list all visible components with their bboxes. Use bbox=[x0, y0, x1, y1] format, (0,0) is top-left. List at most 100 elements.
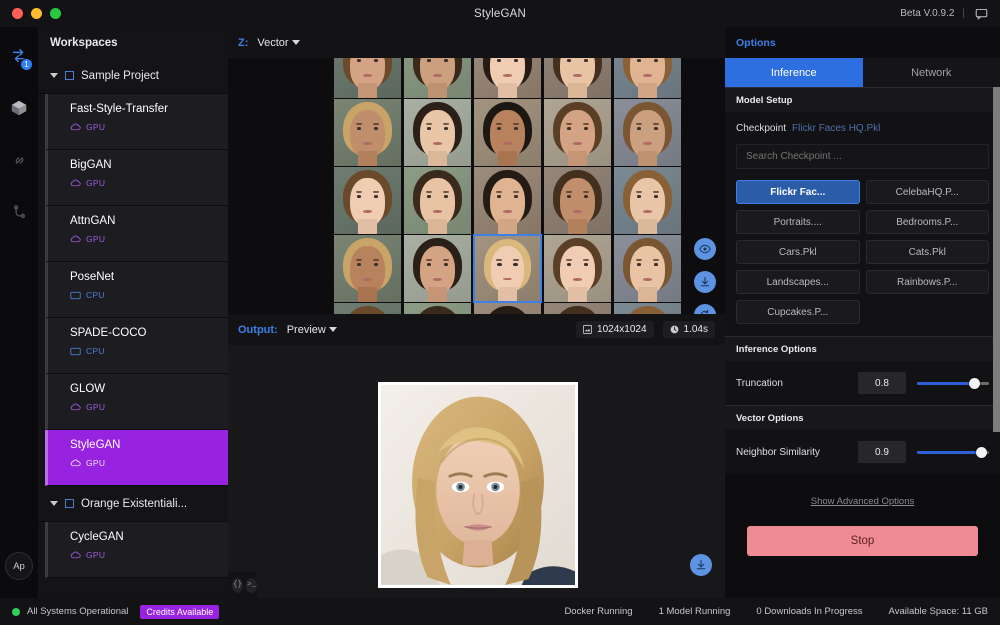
face-thumbnail[interactable] bbox=[333, 166, 402, 235]
latent-grid[interactable] bbox=[228, 58, 725, 314]
tab-inference[interactable]: Inference bbox=[725, 58, 863, 87]
sidebar-item-stylegan[interactable]: StyleGAN GPU bbox=[45, 430, 228, 486]
compare-eye-icon[interactable] bbox=[694, 238, 716, 260]
sidebar-item-cyclegan[interactable]: CycleGAN GPU bbox=[45, 522, 228, 578]
neighbor-value-box[interactable]: 0.9 bbox=[858, 441, 906, 463]
model-name: PoseNet bbox=[70, 271, 115, 283]
face-thumbnail[interactable] bbox=[473, 58, 542, 99]
credits-badge[interactable]: Credits Available bbox=[140, 604, 220, 619]
sidebar-title: Workspaces bbox=[38, 27, 228, 58]
face-thumbnail[interactable] bbox=[613, 58, 682, 99]
face-thumbnail[interactable] bbox=[613, 166, 682, 235]
face-thumbnail[interactable] bbox=[403, 166, 472, 235]
project-label: Sample Project bbox=[81, 69, 159, 82]
chevron-down-icon[interactable] bbox=[50, 501, 58, 506]
checkpoint-button[interactable]: CelebaHQ.P... bbox=[865, 180, 989, 204]
sidebar-item-attngan[interactable]: AttnGAN GPU bbox=[45, 206, 228, 262]
branch-icon[interactable] bbox=[4, 197, 34, 227]
checkpoint-button[interactable]: Cats.Pkl bbox=[865, 240, 989, 264]
stop-button[interactable]: Stop bbox=[747, 526, 978, 556]
neighbor-slider[interactable] bbox=[917, 443, 989, 461]
project-square-icon bbox=[65, 71, 74, 80]
model-meta: GPU bbox=[70, 122, 228, 132]
face-thumbnail[interactable] bbox=[333, 302, 402, 314]
checkpoint-button[interactable]: Cars.Pkl bbox=[736, 240, 860, 264]
checkpoint-button[interactable]: Cupcakes.P... bbox=[736, 300, 860, 324]
preview-image[interactable] bbox=[378, 382, 578, 588]
face-thumbnail[interactable] bbox=[333, 98, 402, 167]
project-label: Orange Existentiali... bbox=[81, 497, 188, 510]
code-braces-icon[interactable]: {} bbox=[232, 577, 243, 593]
face-thumbnail[interactable] bbox=[403, 98, 472, 167]
project-row-orange[interactable]: Orange Existentiali... bbox=[38, 486, 228, 522]
thumbnail-image bbox=[614, 235, 681, 302]
cloud-icon bbox=[70, 179, 81, 187]
checkpoint-button[interactable]: Bedrooms.P... bbox=[865, 210, 989, 234]
refresh-icon[interactable] bbox=[694, 304, 716, 314]
chat-bubble-icon[interactable] bbox=[973, 5, 990, 22]
face-thumbnail[interactable] bbox=[473, 98, 542, 167]
face-thumbnail[interactable] bbox=[543, 98, 612, 167]
options-scrollbar[interactable] bbox=[993, 87, 1000, 432]
project-square-icon bbox=[65, 499, 74, 508]
face-thumbnail[interactable] bbox=[333, 234, 402, 303]
face-thumbnail[interactable] bbox=[403, 58, 472, 99]
vector-header: Z: Vector bbox=[228, 27, 725, 58]
slider-thumb[interactable] bbox=[969, 377, 981, 389]
sidebar-item-fast-style-transfer[interactable]: Fast-Style-Transfer GPU bbox=[45, 94, 228, 150]
thumbnail-image bbox=[334, 303, 401, 314]
checkpoint-button[interactable]: Portraits.... bbox=[736, 210, 860, 234]
sidebar-item-spade-coco[interactable]: SPADE-COCO CPU bbox=[45, 318, 228, 374]
sidebar-item-biggan[interactable]: BigGAN GPU bbox=[45, 150, 228, 206]
duration-value: 1.04s bbox=[683, 324, 708, 335]
sidebar-item-glow[interactable]: GLOW GPU bbox=[45, 374, 228, 430]
checkpoint-grid[interactable]: Flickr Fac... CelebaHQ.P... Portraits.... B… bbox=[736, 180, 989, 336]
cube-icon[interactable] bbox=[4, 93, 34, 123]
chevron-down-icon[interactable] bbox=[50, 73, 58, 78]
face-thumbnail[interactable] bbox=[613, 234, 682, 303]
face-thumbnail[interactable] bbox=[543, 166, 612, 235]
terminal-icon[interactable]: >_ bbox=[246, 577, 257, 593]
user-avatar[interactable]: Ap bbox=[5, 552, 33, 580]
face-thumbnail[interactable] bbox=[543, 58, 612, 99]
face-thumbnail[interactable] bbox=[473, 166, 542, 235]
download-icon[interactable] bbox=[694, 271, 716, 293]
search-checkpoint-input[interactable] bbox=[736, 144, 989, 169]
face-thumbnail[interactable] bbox=[403, 302, 472, 314]
face-thumbnail[interactable] bbox=[403, 234, 472, 303]
checkpoint-button[interactable]: Rainbows.P... bbox=[865, 270, 989, 294]
face-thumbnail-selected[interactable] bbox=[473, 234, 542, 303]
app-title: StyleGAN bbox=[473, 7, 527, 20]
workspaces-sidebar: Workspaces Sample Project Fast-Style-Tra… bbox=[38, 27, 228, 598]
link-icon[interactable] bbox=[4, 145, 34, 175]
duration-chip: 1.04s bbox=[662, 321, 715, 338]
z-dropdown[interactable]: Vector bbox=[257, 37, 300, 49]
tab-network[interactable]: Network bbox=[862, 58, 1000, 87]
face-thumbnail[interactable] bbox=[543, 234, 612, 303]
download-preview-button[interactable] bbox=[690, 554, 712, 576]
face-thumbnail[interactable] bbox=[543, 302, 612, 314]
face-thumbnail[interactable] bbox=[613, 98, 682, 167]
face-thumbnail[interactable] bbox=[473, 302, 542, 314]
model-setup-body: Checkpoint Flickr Faces HQ.Pkl Flickr Fa… bbox=[725, 112, 1000, 336]
face-thumbnail[interactable] bbox=[613, 302, 682, 314]
project-row-sample[interactable]: Sample Project bbox=[38, 58, 228, 94]
checkpoint-button[interactable]: Landscapes... bbox=[736, 270, 860, 294]
transfer-icon[interactable]: 1 bbox=[4, 41, 34, 71]
slider-thumb[interactable] bbox=[976, 446, 988, 458]
face-thumbnail-grid[interactable] bbox=[228, 58, 725, 314]
thumbnail-image bbox=[614, 303, 681, 314]
preview-area: {} >_ bbox=[228, 345, 725, 598]
truncation-value-box[interactable]: 0.8 bbox=[858, 372, 906, 394]
face-thumbnail[interactable] bbox=[333, 58, 402, 99]
truncation-label: Truncation bbox=[736, 377, 783, 389]
sidebar-item-posenet[interactable]: PoseNet CPU bbox=[45, 262, 228, 318]
title-bar: StyleGAN Beta V.0.9.2 | bbox=[0, 0, 1000, 27]
inference-options-heading: Inference Options bbox=[725, 336, 1000, 361]
checkpoint-label: Checkpoint bbox=[736, 123, 787, 134]
thumbnail-image bbox=[614, 58, 681, 98]
output-dropdown[interactable]: Preview bbox=[287, 324, 337, 336]
show-advanced-options-link[interactable]: Show Advanced Options bbox=[725, 496, 1000, 507]
truncation-slider[interactable] bbox=[917, 374, 989, 392]
checkpoint-button[interactable]: Flickr Fac... bbox=[736, 180, 860, 204]
